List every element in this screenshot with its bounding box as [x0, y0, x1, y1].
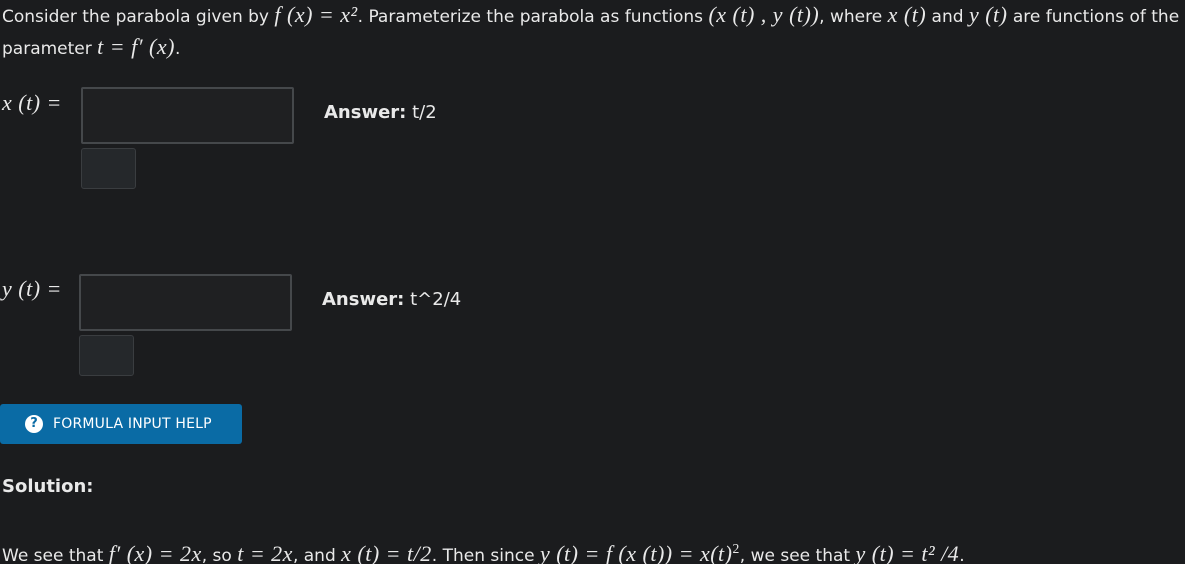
answer-value: t/2 — [412, 102, 437, 123]
question-mark-icon: ? — [25, 415, 43, 433]
x-preview-box — [81, 148, 136, 189]
formula-input-help-button[interactable]: ? FORMULA INPUT HELP — [0, 404, 242, 444]
solution-text-part: We see that — [2, 546, 109, 564]
question-text-part: and — [926, 7, 969, 27]
x-label: x (t) = — [2, 90, 62, 115]
math-expression: t = f′ (x) — [97, 34, 175, 59]
math-expression-base: y (t) = f (x (t)) = x(t) — [539, 541, 733, 564]
y-answer-display: Answer: t^2/4 — [322, 287, 461, 313]
x-answer-input[interactable] — [81, 87, 294, 144]
answer-key: Answer: — [324, 102, 407, 123]
answer-value: t^2/4 — [410, 289, 462, 310]
solution-text-part: , we see that — [739, 546, 856, 564]
math-expression: y (t) = t² /4 — [855, 541, 960, 564]
y-preview-box — [79, 335, 134, 376]
math-expression: x (t) — [887, 2, 927, 27]
solution-text-part: . — [959, 546, 965, 564]
solution-text-part: . Then since — [431, 546, 540, 564]
question-text: Consider the parabola given by f (x) = x… — [2, 0, 1185, 64]
question-text-part: . Parameterize the parabola as functions — [357, 7, 709, 27]
y-answer-input[interactable] — [79, 274, 292, 331]
answer-key: Answer: — [322, 289, 405, 310]
solution-text: We see that f′ (x) = 2x, so t = 2x, and … — [2, 534, 965, 564]
question-text-part: , where — [819, 7, 888, 27]
solution-title: Solution: — [2, 476, 94, 497]
question-text-part: . — [174, 39, 181, 59]
y-label: y (t) = — [2, 276, 62, 301]
math-expression: f (x) = x² — [274, 2, 358, 27]
help-button-label: FORMULA INPUT HELP — [53, 416, 212, 432]
math-expression: y (t) — [968, 2, 1008, 27]
solution-text-part: , and — [292, 546, 342, 564]
x-answer-display: Answer: t/2 — [324, 100, 437, 126]
math-expression: y (t) = f (x (t)) = x(t)2 — [540, 541, 740, 564]
math-expression: (x (t) , y (t)) — [708, 2, 820, 27]
math-expression: f′ (x) = 2x — [108, 541, 202, 564]
math-expression: x (t) = t/2 — [341, 541, 432, 564]
question-text-part: Consider the parabola given by — [2, 7, 275, 27]
math-exponent: 2 — [732, 541, 740, 556]
solution-text-part: , so — [201, 546, 238, 564]
math-expression: t = 2x — [237, 541, 293, 564]
